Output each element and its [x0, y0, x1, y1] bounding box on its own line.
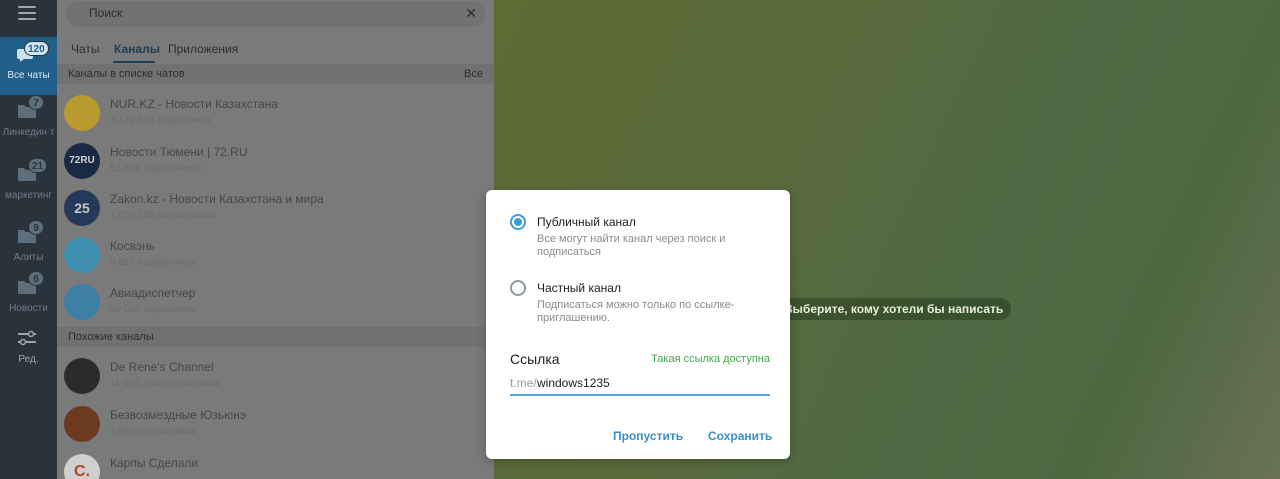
- hamburger-menu-icon[interactable]: [18, 6, 36, 20]
- unread-badge: 21: [28, 158, 48, 173]
- sliders-icon: [18, 330, 36, 346]
- empty-chat-hint: Выберите, кому хотели бы написать: [776, 298, 1012, 320]
- link-availability-status: Такая ссылка доступна: [651, 353, 770, 365]
- option-title: Публичный канал: [537, 215, 636, 229]
- folder-label: Линкедин т: [2, 127, 55, 138]
- search-bar[interactable]: Поиск ✕: [66, 1, 485, 27]
- link-field[interactable]: t.me/: [510, 374, 770, 396]
- avatar: 72RU: [64, 143, 100, 179]
- avatar: [64, 284, 100, 320]
- folder-news[interactable]: 6 Новости: [0, 269, 57, 327]
- tab-channels[interactable]: Каналы: [114, 42, 160, 56]
- unread-badge: 120: [24, 41, 49, 56]
- avatar: [64, 95, 100, 131]
- unread-badge: 6: [28, 271, 44, 286]
- search-input[interactable]: Поиск: [89, 6, 122, 20]
- channel-row[interactable]: De Rene's Channel 11 026 166 подписчиков: [57, 352, 494, 400]
- channel-row[interactable]: Безвозмездные Юзьюнэ 4 960 подписчиков: [57, 400, 494, 448]
- avatar: [64, 406, 100, 442]
- option-description: Все могут найти канал через поиск и подп…: [537, 233, 726, 258]
- section-header-similar: Похожие каналы: [57, 327, 494, 347]
- channel-row[interactable]: 72RU Новости Тюмени | 72.RU 53 536 подпи…: [57, 137, 494, 185]
- tab-underline: [113, 61, 155, 63]
- tab-chats[interactable]: Чаты: [71, 42, 100, 56]
- channel-row[interactable]: Косвэнь 9 810 подписчиков: [57, 231, 494, 279]
- channel-row[interactable]: NUR.KZ - Новости Казахстана 3 172 594 по…: [57, 89, 494, 137]
- unread-badge: 7: [28, 95, 44, 110]
- skip-button[interactable]: Пропустить: [613, 429, 683, 443]
- unread-badge: 9: [28, 220, 44, 235]
- folder-label: маркетинг: [4, 190, 53, 201]
- show-all-link[interactable]: Все: [464, 68, 483, 80]
- channel-row[interactable]: Авиадиспетчер 39 082 подписчика: [57, 278, 494, 326]
- channel-row[interactable]: C. Карпы Сделали: [57, 448, 494, 479]
- link-prefix: t.me/: [510, 376, 537, 390]
- tab-apps[interactable]: Приложения: [168, 42, 238, 56]
- avatar: [64, 358, 100, 394]
- avatar: 25: [64, 190, 100, 226]
- avatar: C.: [64, 454, 100, 479]
- save-button[interactable]: Сохранить: [708, 429, 772, 443]
- avatar: [64, 237, 100, 273]
- link-input[interactable]: [537, 374, 767, 392]
- link-label: Ссылка: [510, 351, 560, 367]
- chat-list-panel: Поиск ✕ Чаты Каналы Приложения Каналы в …: [57, 0, 494, 479]
- close-icon[interactable]: ✕: [465, 5, 477, 22]
- folder-ality[interactable]: 9 Алиты: [0, 218, 57, 276]
- folder-label: Все чаты: [7, 70, 50, 81]
- option-description: Подписаться можно только по ссылке-пригл…: [537, 299, 735, 324]
- folder-label: Ред.: [18, 354, 39, 365]
- radio-button[interactable]: [510, 280, 526, 296]
- folder-edit[interactable]: Ред.: [0, 320, 57, 378]
- channel-row[interactable]: 25 Zakon.kz - Новости Казахстана и мира …: [57, 184, 494, 232]
- option-title: Частный канал: [537, 281, 621, 295]
- folder-rail: 120 Все чаты 7 Линкедин т 21 маркетинг 9…: [0, 0, 57, 479]
- folder-linkedin[interactable]: 7 Линкедин т: [0, 93, 57, 151]
- folder-all-chats[interactable]: 120 Все чаты: [0, 37, 57, 95]
- radio-button-selected[interactable]: [510, 214, 526, 230]
- section-header-in-list: Каналы в списке чатов Все: [57, 64, 494, 84]
- channel-type-dialog: Публичный канал Все могут найти канал че…: [486, 190, 790, 459]
- folder-marketing[interactable]: 21 маркетинг: [0, 156, 57, 214]
- chat-tabs: Чаты Каналы Приложения: [57, 36, 494, 64]
